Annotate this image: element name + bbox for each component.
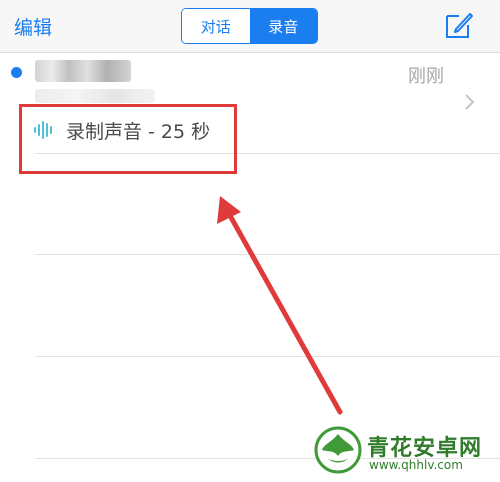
edit-button[interactable]: 编辑	[14, 13, 52, 40]
watermark-site-url: www.qhhlv.com	[369, 458, 463, 472]
message-timestamp: 刚刚	[408, 66, 444, 87]
watermark-logo-icon	[314, 426, 362, 474]
navigation-bar: 编辑 对话 录音	[0, 0, 500, 53]
message-preview-blurred	[35, 89, 155, 103]
row-divider	[35, 356, 500, 357]
segment-recording[interactable]: 录音	[249, 9, 317, 43]
annotation-highlight-box	[19, 104, 237, 174]
sender-name-blurred	[35, 60, 131, 82]
unread-indicator	[11, 67, 22, 78]
row-divider	[35, 254, 500, 255]
chevron-right-icon	[465, 94, 475, 110]
segment-conversation[interactable]: 对话	[182, 9, 250, 43]
mode-segmented-control[interactable]: 对话 录音	[181, 8, 318, 44]
compose-icon[interactable]	[444, 10, 474, 40]
